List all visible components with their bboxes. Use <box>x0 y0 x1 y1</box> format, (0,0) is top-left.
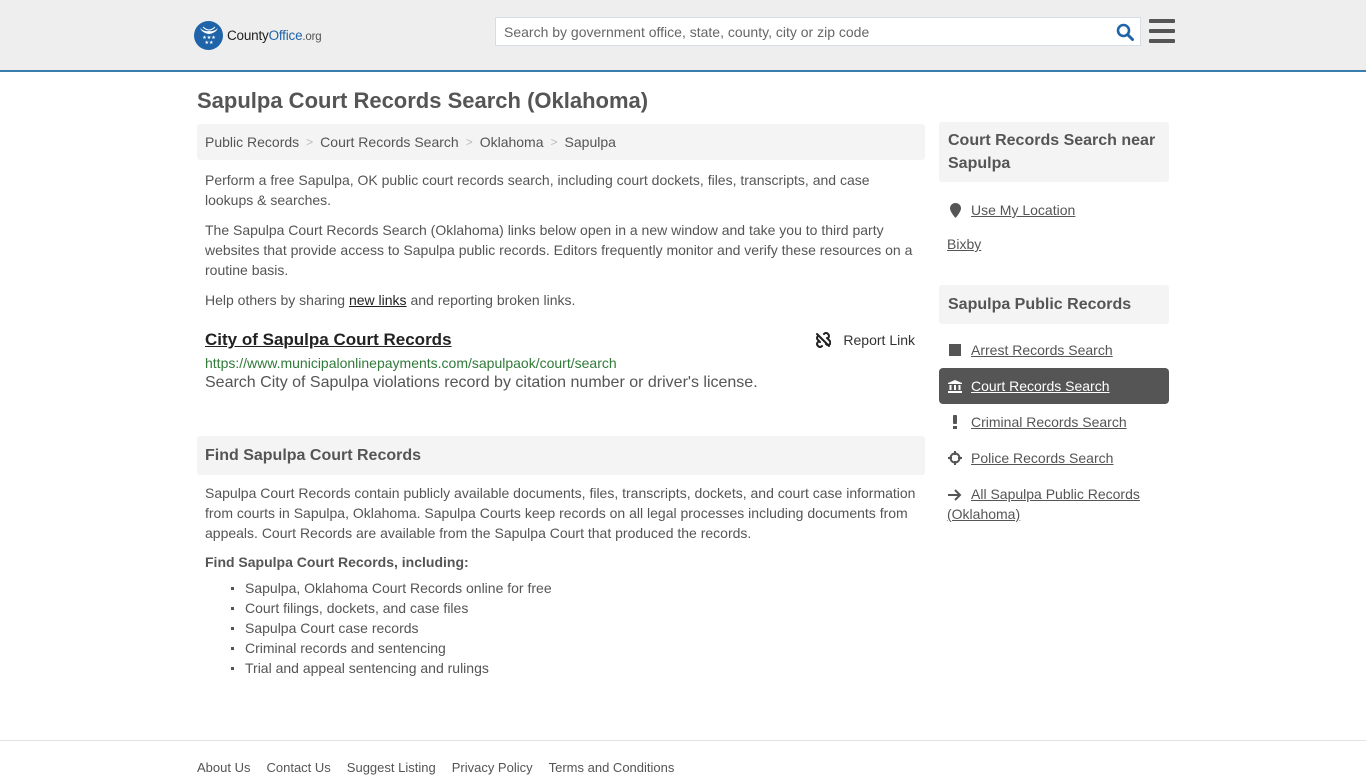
list-item: Criminal records and sentencing <box>231 638 925 658</box>
courthouse-icon <box>947 379 963 393</box>
sidebar-item-arrest-records[interactable]: Arrest Records Search <box>939 332 1169 368</box>
svg-text:★★: ★★ <box>204 40 213 45</box>
site-search <box>495 17 1141 46</box>
report-link-label: Report Link <box>843 332 915 348</box>
exclamation-icon <box>947 415 963 429</box>
listing-description: Search City of Sapulpa violations record… <box>205 374 758 391</box>
footer-divider <box>0 740 1366 741</box>
disclaimer-paragraph: The Sapulpa Court Records Search (Oklaho… <box>205 222 913 278</box>
search-input[interactable] <box>496 18 1110 45</box>
new-links-link[interactable]: new links <box>349 292 407 308</box>
list-item: Sapulpa, Oklahoma Court Records online f… <box>231 578 925 598</box>
breadcrumb-public-records[interactable]: Public Records <box>205 134 299 150</box>
sidebar-item-all-public-records[interactable]: All Sapulpa Public Records (Oklahoma) <box>939 476 1169 524</box>
logo-text: CountyOffice.org <box>227 27 322 43</box>
arrow-right-icon <box>947 489 963 502</box>
report-link-button[interactable]: Report Link <box>815 332 915 348</box>
public-records-list: Arrest Records Search Court Records Sear… <box>939 332 1169 524</box>
share-links-paragraph: Help others by sharing new links and rep… <box>205 292 576 308</box>
breadcrumb: Public Records > Court Records Search > … <box>197 124 925 160</box>
find-section-body: Sapulpa Court Records contain publicly a… <box>205 485 916 541</box>
listing-item: City of Sapulpa Court Records Report Lin… <box>197 330 925 392</box>
listing-url: https://www.municipalonlinepayments.com/… <box>205 355 617 371</box>
breadcrumb-court-records-search[interactable]: Court Records Search <box>320 134 459 150</box>
breadcrumb-oklahoma[interactable]: Oklahoma <box>480 134 544 150</box>
intro-paragraph: Perform a free Sapulpa, OK public court … <box>205 172 870 208</box>
list-item: Court filings, dockets, and case files <box>231 598 925 618</box>
search-button[interactable] <box>1110 18 1140 45</box>
crosshair-icon <box>947 451 963 465</box>
breadcrumb-separator: > <box>550 135 558 149</box>
find-section-heading: Find Sapulpa Court Records <box>197 436 925 475</box>
site-header: ★★★ ★★ CountyOffice.org <box>0 0 1366 72</box>
square-icon <box>947 344 963 356</box>
breadcrumb-sapulpa[interactable]: Sapulpa <box>565 134 616 150</box>
main-content: Public Records > Court Records Search > … <box>197 124 925 678</box>
page-title: Sapulpa Court Records Search (Oklahoma) <box>197 88 649 113</box>
find-section-subheading: Find Sapulpa Court Records, including: <box>205 554 469 570</box>
map-marker-icon <box>947 202 963 218</box>
breadcrumb-separator: > <box>465 135 473 149</box>
sidebar: Court Records Search near Sapulpa Use My… <box>939 122 1169 524</box>
list-item: Sapulpa Court case records <box>231 618 925 638</box>
list-item: Trial and appeal sentencing and rulings <box>231 658 925 678</box>
eagle-stars-badge-icon: ★★★ ★★ <box>194 20 223 50</box>
listing-title-link[interactable]: City of Sapulpa Court Records <box>205 330 452 350</box>
use-my-location-link[interactable]: Use My Location <box>939 200 1169 220</box>
broken-link-icon <box>816 332 832 348</box>
hamburger-menu-icon[interactable] <box>1149 19 1175 43</box>
find-section-list: Sapulpa, Oklahoma Court Records online f… <box>197 578 925 678</box>
nearby-heading: Court Records Search near Sapulpa <box>939 122 1169 182</box>
nearby-place-link[interactable]: Bixby <box>939 236 1169 256</box>
public-records-heading: Sapulpa Public Records <box>939 285 1169 324</box>
search-icon <box>1116 23 1134 41</box>
breadcrumb-separator: > <box>306 135 314 149</box>
sidebar-item-criminal-records[interactable]: Criminal Records Search <box>939 404 1169 440</box>
sidebar-item-court-records[interactable]: Court Records Search <box>939 368 1169 404</box>
sidebar-item-police-records[interactable]: Police Records Search <box>939 440 1169 476</box>
site-logo[interactable]: ★★★ ★★ CountyOffice.org <box>194 20 322 50</box>
